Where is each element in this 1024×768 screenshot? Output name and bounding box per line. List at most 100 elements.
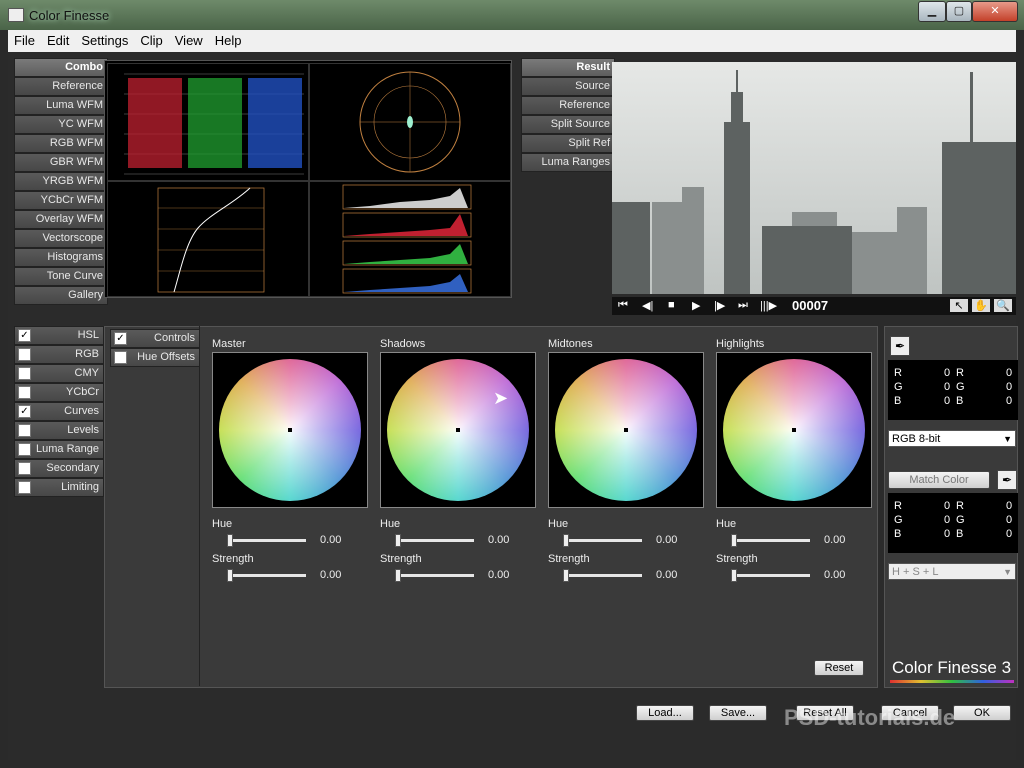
hsl-checkbox[interactable]: ✓: [18, 329, 31, 342]
wheel-center-handle[interactable]: [792, 428, 796, 432]
view-reference[interactable]: Reference: [521, 96, 615, 115]
scope-vectorscope[interactable]: Vectorscope: [14, 229, 108, 248]
wheel-center-handle[interactable]: [288, 428, 292, 432]
hand-tool-icon[interactable]: ✋: [972, 299, 990, 312]
tab-curves[interactable]: ✓ Curves: [14, 402, 104, 421]
midtones-hue-slider[interactable]: [564, 539, 642, 542]
highlights-strength-slider[interactable]: [732, 574, 810, 577]
levels-checkbox[interactable]: [18, 424, 31, 437]
eyedropper-icon[interactable]: ✒: [890, 336, 910, 356]
master-hue-thumb[interactable]: [227, 534, 233, 547]
highlights-color-wheel[interactable]: [716, 352, 872, 508]
menu-file[interactable]: File: [8, 30, 41, 51]
highlights-hue-slider[interactable]: [732, 539, 810, 542]
stop-icon[interactable]: ■: [668, 299, 675, 311]
wheel-center-handle[interactable]: [624, 428, 628, 432]
menu-view[interactable]: View: [169, 30, 209, 51]
highlights-strength-thumb[interactable]: [731, 569, 737, 582]
shadows-color-wheel[interactable]: [380, 352, 536, 508]
scope-gbr-wfm[interactable]: GBR WFM: [14, 153, 108, 172]
scope-gallery[interactable]: Gallery: [14, 286, 108, 305]
master-strength-thumb[interactable]: [227, 569, 233, 582]
view-split-source[interactable]: Split Source: [521, 115, 615, 134]
master-strength-slider[interactable]: [228, 574, 306, 577]
tab-cmy[interactable]: CMY: [14, 364, 104, 383]
cmy-checkbox[interactable]: [18, 367, 31, 380]
scope-tone-curve[interactable]: Tone Curve: [14, 267, 108, 286]
scope-combo[interactable]: Combo: [14, 58, 108, 77]
scope-yc-wfm[interactable]: YC WFM: [14, 115, 108, 134]
hue-offsets-checkbox[interactable]: [114, 351, 127, 364]
subtab-hue-offsets[interactable]: Hue Offsets: [110, 348, 200, 367]
master-color-wheel[interactable]: [212, 352, 368, 508]
menu-help[interactable]: Help: [209, 30, 248, 51]
channel-label: G: [894, 381, 903, 393]
color-wheel[interactable]: [219, 359, 361, 501]
shadows-strength-slider[interactable]: [396, 574, 474, 577]
scope-rgb-wfm[interactable]: RGB WFM: [14, 134, 108, 153]
play-icon[interactable]: ▶: [692, 299, 700, 312]
controls-checkbox[interactable]: ✓: [114, 332, 127, 345]
shadows-hue-slider[interactable]: [396, 539, 474, 542]
tab-ycbcr[interactable]: YCbCr: [14, 383, 104, 402]
tab-limiting[interactable]: Limiting: [14, 478, 104, 497]
menu-edit[interactable]: Edit: [41, 30, 75, 51]
step-forward-icon[interactable]: |▶: [714, 299, 725, 312]
tab-hsl[interactable]: ✓ HSL: [14, 326, 104, 345]
pointer-tool-icon[interactable]: ↖: [950, 299, 968, 312]
zoom-tool-icon[interactable]: 🔍: [994, 299, 1012, 312]
scope-luma-wfm[interactable]: Luma WFM: [14, 96, 108, 115]
shadows-strength-thumb[interactable]: [395, 569, 401, 582]
view-source[interactable]: Source: [521, 77, 615, 96]
rgb-checkbox[interactable]: [18, 348, 31, 361]
tab-secondary[interactable]: Secondary: [14, 459, 104, 478]
midtones-strength-thumb[interactable]: [563, 569, 569, 582]
midtones-strength-slider[interactable]: [564, 574, 642, 577]
match-color-button[interactable]: Match Color: [888, 471, 990, 489]
wheel-center-handle[interactable]: [456, 428, 460, 432]
maximize-button[interactable]: ▢: [946, 1, 972, 22]
scope-yrgb-wfm[interactable]: YRGB WFM: [14, 172, 108, 191]
close-button[interactable]: ✕: [972, 1, 1018, 22]
menu-settings[interactable]: Settings: [75, 30, 134, 51]
ok-button[interactable]: OK: [953, 705, 1011, 721]
scope-ycbcr-wfm[interactable]: YCbCr WFM: [14, 191, 108, 210]
go-to-start-icon[interactable]: ⏮: [618, 299, 628, 312]
view-result[interactable]: Result: [521, 58, 615, 77]
save-button[interactable]: Save...: [709, 705, 767, 721]
ycbcr-checkbox[interactable]: [18, 386, 31, 399]
color-wheel[interactable]: [555, 359, 697, 501]
tab-levels[interactable]: Levels: [14, 421, 104, 440]
midtones-color-wheel[interactable]: [548, 352, 704, 508]
shadows-hue-thumb[interactable]: [395, 534, 401, 547]
scope-histograms[interactable]: Histograms: [14, 248, 108, 267]
load-button[interactable]: Load...: [636, 705, 694, 721]
scope-overlay-wfm[interactable]: Overlay WFM: [14, 210, 108, 229]
menu-clip[interactable]: Clip: [134, 30, 168, 51]
step-back-icon[interactable]: ◀|: [642, 299, 653, 312]
video-viewer[interactable]: [612, 62, 1016, 294]
color-wheel[interactable]: [723, 359, 865, 501]
limiting-checkbox[interactable]: [18, 481, 31, 494]
secondary-checkbox[interactable]: [18, 462, 31, 475]
tab-luma-range[interactable]: Luma Range: [14, 440, 104, 459]
tab-rgb[interactable]: RGB: [14, 345, 104, 364]
bit-depth-select[interactable]: RGB 8-bit ▼: [888, 430, 1016, 447]
color-wheel[interactable]: [387, 359, 529, 501]
midtones-hue-thumb[interactable]: [563, 534, 569, 547]
channel-value: 0: [1006, 500, 1013, 512]
subtab-controls[interactable]: ✓ Controls: [110, 329, 200, 348]
master-hue-slider[interactable]: [228, 539, 306, 542]
view-luma-ranges[interactable]: Luma Ranges: [521, 153, 615, 172]
curves-checkbox[interactable]: ✓: [18, 405, 31, 418]
highlights-hue-thumb[interactable]: [731, 534, 737, 547]
luma-range-checkbox[interactable]: [18, 443, 31, 456]
scope-reference[interactable]: Reference: [14, 77, 108, 96]
minimize-button[interactable]: ▁: [918, 1, 946, 22]
reset-button[interactable]: Reset: [814, 660, 864, 676]
go-to-end-icon[interactable]: ⏭: [738, 299, 748, 312]
play-range-icon[interactable]: |||▶: [760, 299, 777, 312]
match-eyedropper-icon[interactable]: ✒: [997, 470, 1017, 490]
view-split-ref[interactable]: Split Ref: [521, 134, 615, 153]
match-mode-select[interactable]: H + S + L ▼: [888, 563, 1016, 580]
